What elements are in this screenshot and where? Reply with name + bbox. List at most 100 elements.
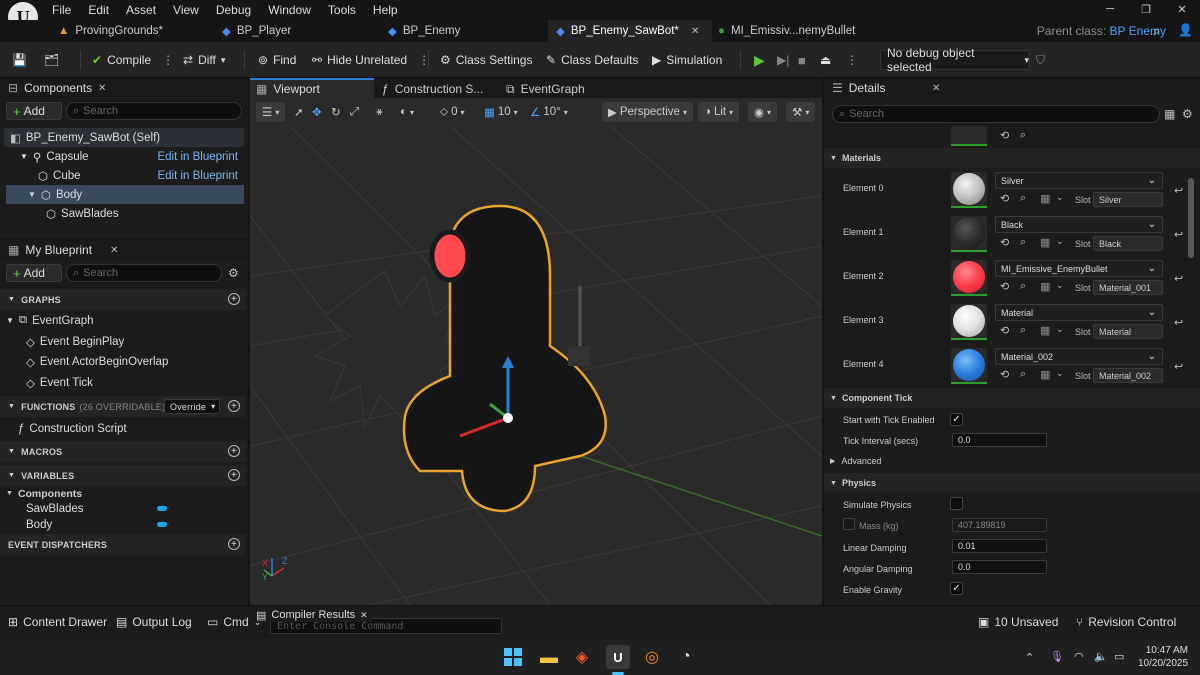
functions-section[interactable]: ▼ FUNCTIONS (26 OVERRIDABLE) Override ▾ … [0,396,246,417]
save-icon[interactable]: 💾 [12,50,27,70]
start-tick-checkbox[interactable]: ✓ [950,413,963,426]
browse-asset-icon[interactable]: ⌕ [1020,324,1026,337]
use-asset-icon[interactable]: ⟲ [1000,368,1009,381]
tab-viewport[interactable]: ▦ Viewport [250,78,374,98]
unreal-engine-taskbar-icon[interactable]: U [606,645,630,669]
blender-icon[interactable]: ◎ [640,645,664,669]
variable-body[interactable]: Body [26,515,52,534]
advanced-expander[interactable]: ▶ Advanced [830,456,881,466]
use-asset-icon[interactable]: ⟲ [1000,280,1009,293]
brave-browser-icon[interactable]: ◈ [570,645,594,669]
function-construction-script[interactable]: ƒ Construction Script [18,419,127,438]
component-body[interactable]: ▼ ⬡ Body [28,185,82,204]
minimize-icon[interactable]: ─ [1092,0,1128,18]
add-graph-icon[interactable]: + [228,293,240,305]
close-icon[interactable]: ✕ [932,83,940,94]
physics-section[interactable]: ▼ Physics [824,473,1200,493]
surface-snap-icon[interactable]: ⚹ [376,102,383,122]
material-thumbnail[interactable] [951,348,987,384]
unsaved-button[interactable]: ▣ 10 Unsaved [978,615,1058,629]
grid-snap-button[interactable]: ▦ 10 ▾ [484,102,518,122]
table-view-icon[interactable]: ▦ [1164,107,1175,121]
browse-asset-icon[interactable]: ⌕ [1020,368,1026,381]
viewport-settings-button[interactable]: ⚒ ▾ [786,102,816,122]
sawbot-model[interactable] [313,204,607,513]
clock[interactable]: 10:47 AM 10/20/2025 [1138,644,1188,670]
find-button[interactable]: ⊚ Find [258,50,296,70]
rotation-snap-button[interactable]: ∠ 10° ▾ [530,102,568,122]
lit-button[interactable]: ◑ Lit ▾ [698,102,740,122]
tab-construction-script[interactable]: ƒ Construction S... [382,80,483,98]
viewport-options-button[interactable]: ☰ ▾ [256,102,286,122]
add-variable-icon[interactable]: + [228,469,240,481]
restore-icon[interactable]: ❐ [1128,0,1164,18]
component-tick-section[interactable]: ▼ Component Tick [824,388,1200,408]
browse-asset-icon[interactable]: ⌕ [1020,236,1026,249]
system-tray-chevron-icon[interactable]: ⌃ [1025,651,1034,664]
checker-icon[interactable]: ▦ [1040,368,1050,381]
slot-name-field[interactable]: Silver [1093,192,1163,207]
menu-edit[interactable]: Edit [88,3,109,17]
chevron-down-icon[interactable]: ⌄ [1056,324,1064,335]
material-dropdown[interactable]: Material ⌄ [995,304,1163,321]
component-sawblades[interactable]: ⬡ SawBlades [46,204,119,223]
close-icon[interactable]: ✕ [110,245,118,256]
menu-debug[interactable]: Debug [216,3,251,17]
add-component-button[interactable]: + Add [6,102,62,120]
close-icon[interactable]: ✕ [360,610,368,621]
material-thumbnail[interactable] [951,260,987,296]
event-tick[interactable]: ◇ Event Tick [26,373,93,392]
mesh-thumbnail[interactable] [951,126,987,146]
hide-unrelated-button[interactable]: ⚯ Hide Unrelated ⋮ [312,50,430,70]
eject-icon[interactable]: ⏏ [820,50,831,70]
slot-name-field[interactable]: Black [1093,236,1163,251]
file-explorer-icon[interactable]: ▬ [537,645,561,669]
add-function-icon[interactable]: + [228,400,240,412]
close-icon[interactable]: ✕ [98,83,106,94]
gear-icon[interactable]: ⚙ [1182,107,1193,121]
scale-snap-button[interactable]: ⬦ 0 ▾ [440,102,464,122]
chevron-down-icon[interactable]: ⌄ [1056,192,1064,203]
checker-icon[interactable]: ▦ [1040,280,1050,293]
simulate-physics-checkbox[interactable] [950,497,963,510]
menu-file[interactable]: File [52,3,71,17]
chevron-down-icon[interactable]: ⌄ [1056,236,1064,247]
stop-icon[interactable]: ■ [798,50,806,70]
material-thumbnail[interactable] [951,216,987,252]
use-asset-icon[interactable]: ⟲ [1000,324,1009,337]
linear-damping-input[interactable]: 0.01 [952,539,1047,553]
revision-control-button[interactable]: ⑂ Revision Control [1076,615,1176,629]
tab-eventgraph[interactable]: ⧉ EventGraph [506,80,585,98]
reset-to-default-icon[interactable]: ↩ [1174,184,1183,197]
event-dispatchers-section[interactable]: EVENT DISPATCHERS + [0,534,246,555]
play-options-icon[interactable]: ⋮ [846,50,858,70]
graphs-section[interactable]: ▼ GRAPHS + [0,289,246,310]
event-actorbeginoverlap[interactable]: ◇ Event ActorBeginOverlap [26,352,168,371]
reset-to-default-icon[interactable]: ↩ [1174,316,1183,329]
play-icon[interactable]: ▶ [754,50,765,70]
edit-in-blueprint-link[interactable]: Edit in Blueprint [157,151,238,163]
account-icon[interactable]: 👤 [1178,23,1193,37]
variables-section[interactable]: ▼ VARIABLES + [0,465,246,486]
component-self[interactable]: ◧ BP_Enemy_SawBot (Self) [10,128,160,147]
use-asset-icon[interactable]: ⟲ [1000,129,1009,142]
slot-name-field[interactable]: Material [1093,324,1163,339]
my-blueprint-search-input[interactable]: ⌕ Search [66,264,222,282]
chevron-down-icon[interactable]: ⌄ [1056,368,1064,379]
rotate-icon[interactable]: ↻ [331,102,341,122]
edit-in-blueprint-link[interactable]: Edit in Blueprint [157,170,238,182]
slot-name-field[interactable]: Material_002 [1093,368,1163,383]
material-thumbnail[interactable] [951,304,987,340]
windows-start-icon[interactable] [501,645,525,669]
browse-icon[interactable]: 🗂 [44,50,59,70]
material-dropdown[interactable]: Material_002 ⌄ [995,348,1163,365]
material-dropdown[interactable]: MI_Emissive_EnemyBullet ⌄ [995,260,1163,277]
compile-options-icon[interactable]: ⋮ [162,53,174,67]
viewport-scene[interactable]: Z X Y [250,126,822,605]
mass-override-checkbox[interactable] [843,518,855,530]
materials-section[interactable]: ▼ Materials [824,148,1200,168]
override-dropdown[interactable]: Override ▾ [164,399,220,414]
angular-damping-input[interactable]: 0.0 [952,560,1047,574]
compiler-results-tab[interactable]: ▤ Compiler Results ✕ [252,608,372,622]
details-scrollbar[interactable] [1188,178,1194,258]
